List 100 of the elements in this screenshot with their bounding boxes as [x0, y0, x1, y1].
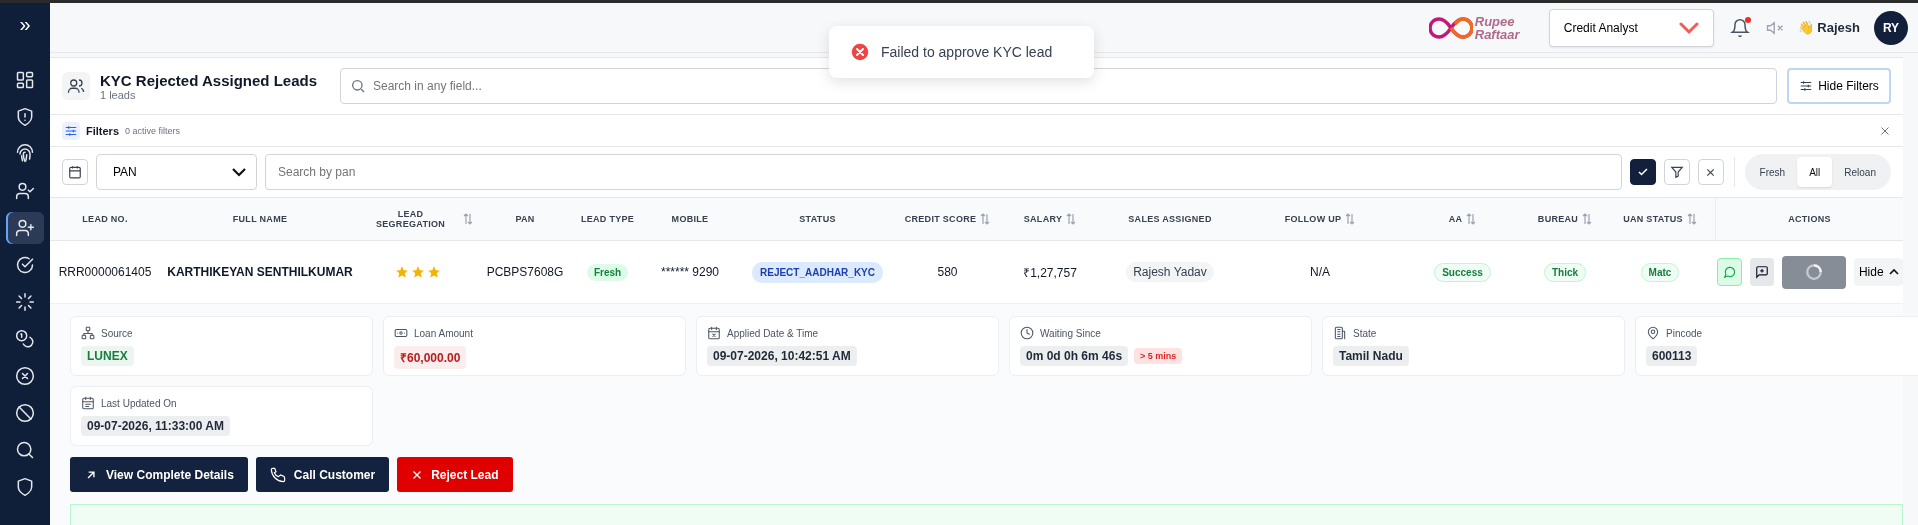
close-icon: [411, 468, 424, 481]
user-plus-icon: [15, 218, 35, 238]
user-name: 👋 Rajesh: [1797, 20, 1860, 35]
x-circle-icon: [15, 366, 35, 386]
segment-tab[interactable]: All: [1797, 157, 1833, 187]
table-cell: PCBPS7608G: [486, 265, 564, 279]
comment-button[interactable]: [1750, 258, 1774, 286]
action-button[interactable]: View Complete Details: [70, 457, 248, 492]
hide-filters-button[interactable]: Hide Filters: [1787, 68, 1891, 104]
search-icon: [350, 78, 366, 94]
role-dropdown[interactable]: Credit Analyst: [1548, 8, 1714, 47]
sliders-icon: [62, 121, 80, 140]
calendar-icon: [68, 165, 82, 179]
chevron-down-icon: [232, 167, 246, 177]
column-header: CREDIT SCORE: [904, 214, 977, 224]
action-button[interactable]: Reject Lead: [397, 457, 513, 492]
shield-icon: [15, 477, 35, 497]
aa-badge: Success: [1434, 262, 1491, 282]
close-icon: [1705, 166, 1717, 178]
message-plus-icon: [1755, 265, 1770, 279]
date-filter-button[interactable]: [62, 159, 88, 185]
spinner-icon: [1805, 263, 1824, 281]
user-check-icon: [15, 181, 35, 201]
loading-button[interactable]: [1781, 255, 1847, 289]
column-header: FULL NAME: [232, 214, 288, 224]
detail-value: ₹60,000.00: [394, 346, 467, 369]
clear-button[interactable]: [1697, 159, 1724, 185]
user-avatar[interactable]: RY: [1874, 10, 1908, 45]
column-header: SALARY: [1023, 214, 1063, 224]
dashboard-icon: [15, 70, 35, 90]
bureau-badge: Thick: [1543, 262, 1587, 282]
sales-agent-chip: Rajesh Yadav: [1126, 262, 1214, 282]
table-cell: 580: [937, 265, 958, 279]
column-header: MOBILE: [671, 214, 709, 224]
column-header: PAN: [515, 214, 535, 224]
chat-bubble-icon: [1722, 265, 1737, 279]
check-circle-icon: [15, 255, 35, 275]
column-header: ACTIONS: [1788, 214, 1831, 224]
detail-label: Loan Amount: [414, 327, 473, 339]
star-icon: [410, 265, 425, 279]
action-button[interactable]: Call Customer: [255, 457, 390, 492]
lead-type-badge: Fresh: [586, 263, 629, 281]
close-icon[interactable]: [1879, 124, 1891, 137]
active-filters-count: 0 active filters: [125, 125, 181, 136]
shield-alert-icon: [15, 107, 35, 127]
filter-button[interactable]: [1663, 159, 1690, 185]
column-header: LEAD NO.: [82, 214, 128, 224]
ban-icon: [15, 403, 35, 423]
table-cell: ****** 9290: [660, 265, 720, 279]
chevron-up-icon: [1888, 268, 1899, 276]
column-header: SALES ASSIGNED: [1128, 214, 1212, 224]
column-header: AA: [1448, 214, 1463, 224]
sidebar-item[interactable]: [6, 212, 44, 244]
detail-label: Waiting Since: [1040, 327, 1101, 339]
pan-search-field[interactable]: Search by pan: [265, 154, 1622, 190]
fingerprint-icon: [15, 144, 35, 164]
table-cell: KARTHIKEYAN SENTHILKUMAR: [167, 265, 353, 279]
column-header: BUREAU: [1537, 214, 1579, 224]
sliders-icon: [1799, 79, 1814, 93]
filter-icon: [1669, 165, 1684, 179]
table-cell-text: ₹1,27,757: [1023, 264, 1077, 281]
chat-button[interactable]: [1717, 258, 1743, 286]
hide-details-button[interactable]: Hide: [1854, 258, 1903, 286]
column-header: LEAD TYPE: [580, 214, 635, 224]
logo-icon: [1428, 14, 1473, 41]
overdue-badge: > 5 mins: [1134, 348, 1183, 364]
detail-value: Tamil Nadu: [1333, 346, 1409, 366]
chevron-down-icon: [1678, 20, 1699, 35]
network-icon: [81, 326, 95, 340]
column-header: FOLLOW UP: [1284, 214, 1342, 224]
users-icon: [62, 72, 90, 100]
star-icon: [426, 265, 441, 279]
phone-icon: [269, 466, 286, 483]
calendar-icon: [707, 326, 721, 340]
error-icon: [851, 43, 869, 61]
table-cell: N/A: [1310, 265, 1330, 279]
column-header: LEAD SEGREGATION: [374, 209, 447, 229]
loader-icon: [15, 292, 35, 312]
status-badge: REJECT_AADHAR_KYC: [752, 261, 883, 283]
detail-label: Source: [101, 327, 133, 339]
detail-label: Last Updated On: [101, 397, 177, 409]
banknote-icon: [394, 326, 408, 340]
lead-count: 1 leads: [100, 88, 136, 101]
detail-value: 600113: [1646, 346, 1698, 366]
check-icon: [1636, 166, 1649, 178]
expand-sidebar-button[interactable]: »: [13, 9, 37, 39]
detail-label: Pincode: [1666, 327, 1703, 339]
building-icon: [1333, 326, 1347, 340]
detail-value: 09-07-2026, 10:42:51 AM: [707, 346, 857, 366]
clock-icon: [1020, 326, 1034, 340]
field-select[interactable]: PAN: [96, 154, 257, 190]
detail-label: Applied Date & Time: [727, 327, 819, 339]
segment-tab[interactable]: Fresh: [1747, 157, 1798, 187]
search-field[interactable]: Search in any field...: [340, 68, 1777, 104]
table-cell: RRR0000061405: [58, 265, 152, 279]
segment-tab[interactable]: Reloan: [1832, 157, 1888, 187]
calendar-icon: [81, 396, 95, 410]
search-icon: [15, 440, 35, 460]
toast-message: Failed to approve KYC lead: [881, 44, 1053, 60]
apply-button[interactable]: [1629, 159, 1656, 185]
